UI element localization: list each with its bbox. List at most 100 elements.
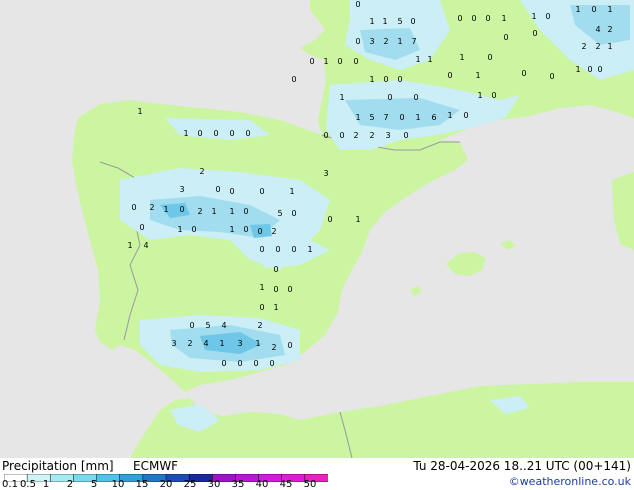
precip-value-label: 0	[131, 203, 136, 212]
legend-tick-label: 5	[90, 479, 98, 490]
precip-value-label: 2	[187, 339, 192, 348]
precip-value-label: 0	[397, 75, 402, 84]
copyright-link[interactable]: ©weatheronline.co.uk	[509, 475, 631, 489]
precip-value-label: 1	[137, 107, 142, 116]
precip-value-label: 1	[447, 111, 452, 120]
precip-value-label: 1	[273, 303, 278, 312]
precip-value-label: 6	[431, 113, 436, 122]
precip-value-label: 1	[459, 53, 464, 62]
precip-value-label: 0	[309, 57, 314, 66]
precip-value-label: 1	[575, 5, 580, 14]
precip-value-label: 0	[339, 131, 344, 140]
precip-value-label: 1	[475, 71, 480, 80]
precip-value-label: 0	[545, 12, 550, 21]
precip-value-label: 0	[139, 223, 144, 232]
precip-value-label: 1	[219, 339, 224, 348]
precip-value-label: 2	[197, 207, 202, 216]
precip-value-label: 0	[259, 245, 264, 254]
precip-value-label: 0	[243, 207, 248, 216]
precip-value-label: 7	[411, 37, 416, 46]
precip-value-label: 0	[413, 93, 418, 102]
precip-value-label: 3	[323, 169, 328, 178]
precip-value-label: 0	[273, 265, 278, 274]
precip-value-label: 7	[383, 113, 388, 122]
precip-value-label: 1	[382, 17, 387, 26]
precipitation-map: 01 1 5 0 0 0 0 1 1 01 0 10 3 2 1 74 22 2 10 1 0 0 1 1 1 00 00 1 0 0 0 1…	[0, 0, 634, 458]
precip-value-label: 0	[275, 245, 280, 254]
precip-value-label: 0	[291, 75, 296, 84]
precip-value-label: 1	[183, 129, 188, 138]
precip-value-label: 0	[229, 187, 234, 196]
precip-value-label: 0	[410, 17, 415, 26]
precip-value-label: 1	[307, 245, 312, 254]
precip-value-label: 1	[127, 241, 132, 250]
precip-value-label: 2	[369, 131, 374, 140]
precip-value-label: 0	[189, 321, 194, 330]
precip-value-label: 0	[245, 129, 250, 138]
precip-value-label: 0	[403, 131, 408, 140]
precip-value-label: 0	[471, 14, 476, 23]
precip-value-label: 0	[191, 225, 196, 234]
precip-value-label: 0	[521, 69, 526, 78]
precip-value-label: 2	[581, 42, 586, 51]
legend-tick-label: 0.1	[2, 479, 18, 490]
precip-value-label: 1	[255, 339, 260, 348]
legend-tick-label: 30	[207, 479, 221, 490]
legend-tick-label: 0.5	[20, 479, 36, 490]
precip-value-label: 1	[355, 215, 360, 224]
precip-value-label: 0	[487, 53, 492, 62]
weather-map-page: 0115000011010103217422210100111000010001…	[0, 0, 634, 490]
legend-tick-label: 35	[231, 479, 245, 490]
precip-value-label: 1	[211, 207, 216, 216]
precip-value-label: 0	[485, 14, 490, 23]
precip-value-label: 2	[199, 167, 204, 176]
precip-value-label: 0	[383, 75, 388, 84]
legend-tick-label: 45	[279, 479, 293, 490]
precip-value-label: 0	[221, 359, 226, 368]
precip-value-label: 2	[607, 25, 612, 34]
precip-value-label: 1	[369, 17, 374, 26]
precip-value-label: 2	[149, 203, 154, 212]
precip-value-label: 0	[591, 5, 596, 14]
precip-value-label: 0	[327, 215, 332, 224]
precip-value-label: 0	[269, 359, 274, 368]
legend-tick-label: 2	[66, 479, 74, 490]
map-footer: Precipitation [mm] ECMWF Tu 28-04-2026 1…	[0, 458, 634, 490]
precip-value-label: 0	[353, 57, 358, 66]
precip-value-label: 0	[213, 129, 218, 138]
legend-ticks: 0.1 0.5 1 2 5 10 15 20 25 30 35 40 45 50	[0, 480, 340, 490]
precip-value-label: 1	[229, 207, 234, 216]
precip-value-label: 3	[369, 37, 374, 46]
precip-value-label: 0	[323, 131, 328, 140]
precip-value-label: 1	[355, 113, 360, 122]
precip-value-label: 1	[229, 225, 234, 234]
precip-value-label: 1	[427, 55, 432, 64]
precip-value-label: 1	[163, 205, 168, 214]
precip-value-label: 1	[339, 93, 344, 102]
precip-value-label: 0	[229, 129, 234, 138]
model-name: ECMWF	[133, 459, 179, 473]
precip-value-label: 0	[399, 113, 404, 122]
precip-value-label: 0	[259, 187, 264, 196]
precip-value-label: 1	[607, 42, 612, 51]
precip-value-label: 1	[531, 12, 536, 21]
precip-value-label: 0	[503, 33, 508, 42]
precip-value-label: 3	[179, 185, 184, 194]
precip-value-label: 1	[397, 37, 402, 46]
precip-value-label: 5	[369, 113, 374, 122]
precip-value-label: 0	[457, 14, 462, 23]
map-title: Precipitation [mm]	[2, 459, 114, 473]
precip-value-label: 0	[355, 0, 360, 9]
precip-value-label: 5	[205, 321, 210, 330]
legend-tick-label: 10	[111, 479, 125, 490]
precip-value-label: 5	[397, 17, 402, 26]
precip-value-label: 4	[143, 241, 148, 250]
precip-value-label: 0	[291, 209, 296, 218]
legend-tick-label: 15	[135, 479, 149, 490]
precip-value-label: 0	[587, 65, 592, 74]
precip-value-label: 0	[273, 285, 278, 294]
precip-value-label: 2	[271, 227, 276, 236]
precip-value-label: 0	[447, 71, 452, 80]
precip-value-label: 0	[243, 225, 248, 234]
legend-tick-label: 40	[255, 479, 269, 490]
